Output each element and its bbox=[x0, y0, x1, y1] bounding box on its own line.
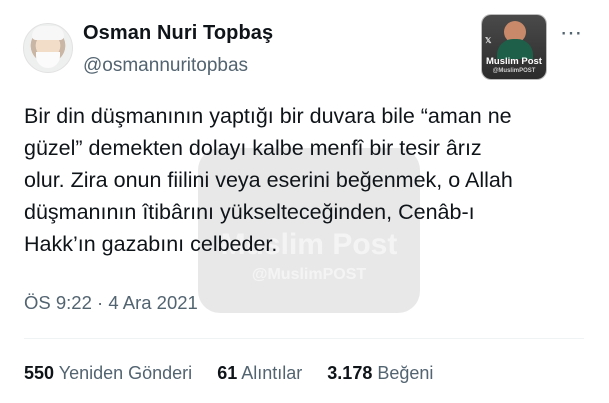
likes-count: 3.178 bbox=[327, 363, 373, 383]
quotes-label: Alıntılar bbox=[241, 363, 303, 383]
tweet-date: 4 Ara 2021 bbox=[108, 292, 198, 313]
retweets-stat[interactable]: 550 Yeniden Gönderi bbox=[24, 363, 192, 383]
retweets-count: 550 bbox=[24, 363, 55, 383]
quotes-stat[interactable]: 61 Alıntılar bbox=[217, 363, 302, 383]
author-name[interactable]: Osman Nuri Topbaş bbox=[83, 22, 273, 45]
quotes-count: 61 bbox=[217, 363, 238, 383]
likes-label: Beğeni bbox=[377, 363, 434, 383]
logo-handle-text: @MuslimPOST bbox=[492, 68, 536, 74]
tweet-timestamp[interactable]: ÖS 9:22 · 4 Ara 2021 bbox=[24, 292, 198, 314]
logo-brand-text: Muslim Post bbox=[486, 56, 542, 67]
engagement-stats: 550 Yeniden Gönderi 61 Alıntılar 3.178 B… bbox=[24, 363, 453, 384]
author-handle[interactable]: @osmannuritopbas bbox=[83, 55, 248, 77]
meta-separator: · bbox=[97, 292, 104, 313]
avatar-cap-shape bbox=[32, 26, 64, 40]
x-logo-icon: 𝕏 bbox=[485, 36, 492, 45]
muslim-post-logo: 𝕏 Muslim Post @MuslimPOST bbox=[482, 15, 546, 79]
avatar-beard-shape bbox=[36, 52, 60, 68]
watermark-handle: @MuslimPOST bbox=[251, 266, 367, 283]
divider bbox=[24, 338, 584, 339]
author-avatar[interactable] bbox=[23, 23, 73, 73]
likes-stat[interactable]: 3.178 Beğeni bbox=[327, 363, 433, 383]
tweet-text: Bir din düşmanının yaptığı bir duvara bi… bbox=[24, 104, 513, 256]
more-options-icon[interactable]: ⋯ bbox=[560, 22, 583, 44]
retweets-label: Yeniden Gönderi bbox=[58, 363, 193, 383]
tweet-time: ÖS 9:22 bbox=[24, 292, 92, 313]
